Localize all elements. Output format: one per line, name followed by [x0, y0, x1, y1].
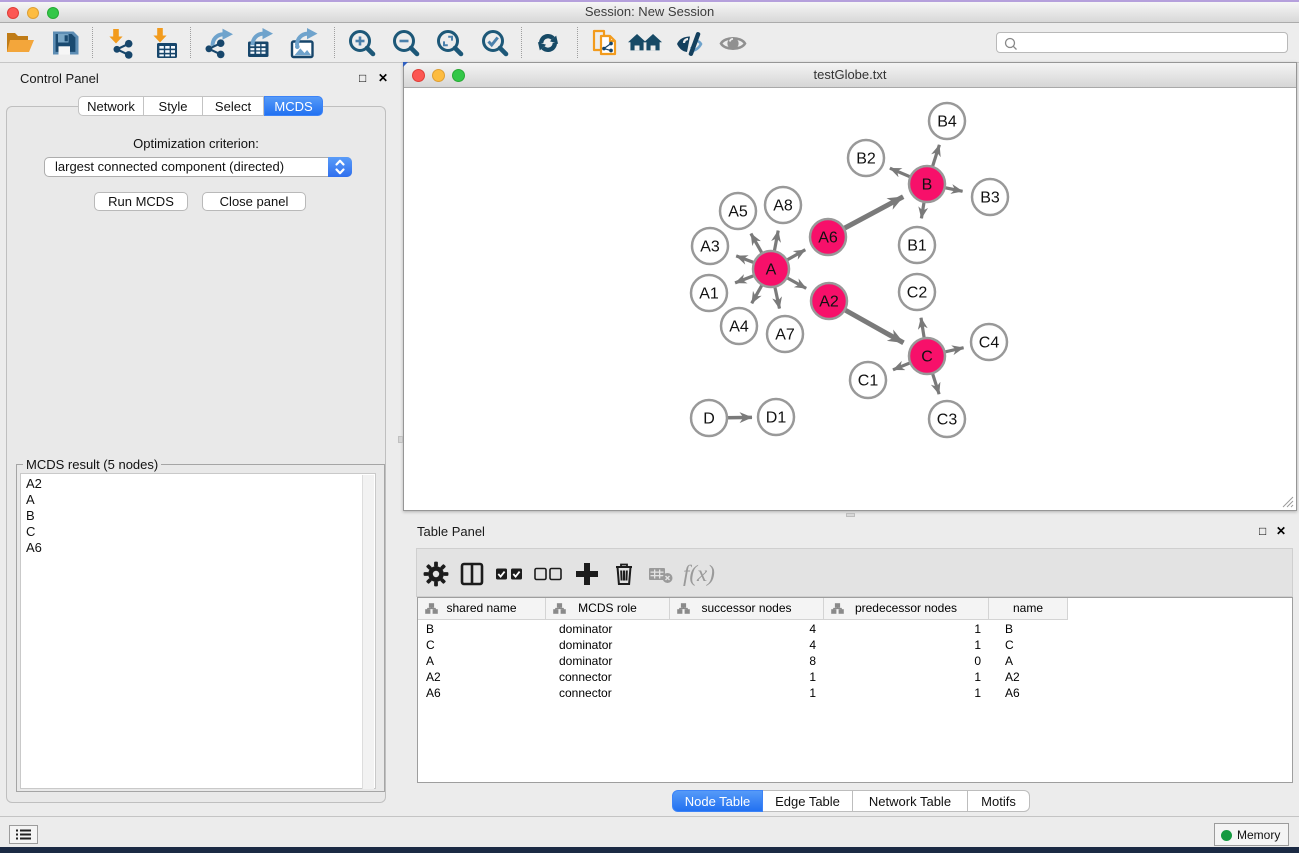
svg-text:C3: C3	[937, 412, 958, 429]
svg-text:A5: A5	[728, 204, 748, 221]
svg-text:D: D	[703, 411, 715, 428]
svg-text:A4: A4	[729, 319, 749, 336]
svg-text:A6: A6	[818, 230, 838, 247]
svg-text:A2: A2	[819, 294, 839, 311]
svg-text:B2: B2	[856, 151, 876, 168]
svg-text:B: B	[922, 177, 933, 194]
svg-text:B4: B4	[937, 114, 957, 131]
svg-text:B3: B3	[980, 190, 1000, 207]
svg-text:C4: C4	[979, 335, 1000, 352]
svg-text:B1: B1	[907, 238, 927, 255]
svg-text:D1: D1	[766, 410, 787, 427]
svg-text:A7: A7	[775, 327, 795, 344]
svg-text:C1: C1	[858, 373, 879, 390]
svg-text:A: A	[766, 262, 777, 279]
svg-text:A3: A3	[700, 239, 720, 256]
svg-text:C: C	[921, 349, 933, 366]
svg-text:A1: A1	[699, 286, 719, 303]
svg-text:C2: C2	[907, 285, 928, 302]
svg-text:A8: A8	[773, 198, 793, 215]
